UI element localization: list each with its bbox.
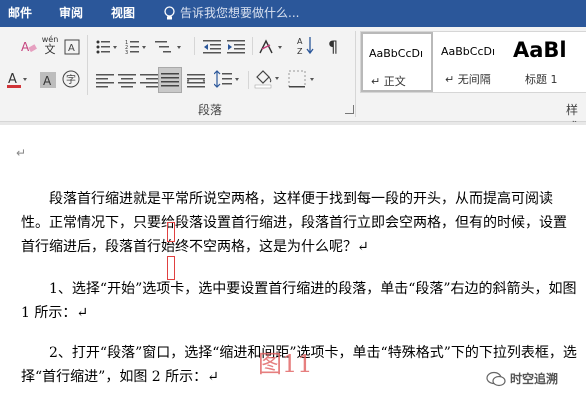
numbering-button[interactable]: 1 2 3: [125, 37, 147, 57]
enclosed-circle-icon: 字: [62, 70, 80, 88]
style-name: ↵ 正文: [371, 75, 406, 88]
divider: [194, 37, 195, 55]
distributed-icon: [187, 74, 205, 88]
text-cursor-marker: [167, 256, 175, 280]
char-shading-icon: A: [40, 72, 56, 88]
chinese-layout-icon: [259, 39, 282, 54]
paragraph-dialog-launcher[interactable]: [345, 105, 354, 114]
borders-icon: [288, 70, 314, 88]
style-sample: AaBbCcDı: [369, 47, 424, 60]
watermark-text: 时空追溯: [510, 372, 559, 386]
divider: [87, 35, 88, 95]
svg-text:3: 3: [125, 50, 128, 55]
sort-az-icon: A Z: [297, 37, 314, 55]
justify-icon: [161, 73, 179, 87]
watermark: 时空追溯: [486, 370, 558, 387]
phonetic-char-icon: 文: [44, 42, 56, 56]
phonetic-guide-button[interactable]: wén 文: [42, 35, 59, 56]
paragraph-mark: ↵: [16, 146, 27, 160]
svg-text:A: A: [68, 43, 75, 54]
tell-me-search[interactable]: 告诉我您想要做什么...: [180, 5, 299, 21]
svg-text:¶: ¶: [328, 37, 338, 55]
tab-view[interactable]: 视图: [111, 5, 135, 21]
style-name: 标题 1: [525, 73, 558, 86]
increase-indent-icon: [227, 40, 245, 54]
text-cursor-marker: [167, 222, 175, 242]
style-sample: AaBl: [513, 38, 567, 62]
divider: [355, 31, 356, 117]
lightbulb-icon: [164, 6, 175, 20]
svg-text:A: A: [8, 72, 17, 87]
document-paragraph: 1、选择“开始”选项卡，选中要设置首行缩进的段落，单击“段落”右边的斜箭头，如图…: [21, 281, 577, 321]
increase-indent-button[interactable]: [227, 37, 245, 57]
decrease-indent-button[interactable]: [203, 37, 221, 57]
style-sample: AaBbCcDı: [441, 45, 496, 58]
wechat-icon: [486, 371, 506, 386]
document-paragraph: 段落首行缩进就是平常所说空两格，这样便于找到每一段的开头，从而提高可阅读性。正常…: [21, 191, 567, 255]
pilcrow-icon: ¶: [328, 37, 338, 55]
align-right-icon: [140, 74, 158, 88]
ribbon: A wén 文 A 1 2 3 A Z ¶ A A 字 段落 AaBbCcDı …: [0, 27, 586, 134]
justify-button[interactable]: [158, 67, 182, 93]
paragraph-group-label: 段落: [198, 103, 223, 117]
style-normal[interactable]: AaBbCcDı ↵ 正文: [361, 32, 433, 92]
divider: [252, 37, 253, 55]
svg-text:A: A: [21, 40, 30, 54]
tab-review[interactable]: 审阅: [59, 5, 83, 21]
sort-button[interactable]: A Z: [297, 35, 315, 55]
enclose-char-circle-button[interactable]: 字: [62, 69, 80, 89]
borders-button[interactable]: [288, 69, 318, 89]
eraser-icon: A: [21, 40, 37, 54]
show-hide-marks-button[interactable]: ¶: [326, 36, 342, 56]
enclose-characters-button[interactable]: A: [64, 37, 80, 57]
align-left-icon: [96, 74, 114, 88]
numbered-list-icon: 1 2 3: [125, 40, 146, 55]
tab-mailings[interactable]: 邮件: [8, 5, 32, 21]
clear-formatting-button[interactable]: A: [20, 37, 38, 57]
paint-bucket-icon: [254, 70, 279, 89]
divider: [248, 71, 249, 89]
multilevel-list-icon: [155, 41, 181, 53]
align-center-icon: [118, 74, 136, 88]
align-left-button[interactable]: [96, 71, 114, 91]
svg-text:A: A: [43, 74, 52, 88]
line-spacing-icon: [214, 70, 239, 88]
align-right-button[interactable]: [140, 71, 158, 91]
font-color-button[interactable]: A: [6, 70, 28, 90]
shading-button[interactable]: [253, 69, 283, 89]
character-shading-button[interactable]: A: [40, 70, 56, 90]
multilevel-list-button[interactable]: [155, 37, 185, 57]
figure-label-stamp: 图11: [258, 350, 313, 378]
style-no-spacing[interactable]: AaBbCcDı ↵ 无间隔: [435, 32, 507, 92]
align-center-button[interactable]: [118, 71, 136, 91]
bullet-list-icon: [96, 40, 117, 54]
line-spacing-button[interactable]: [214, 69, 242, 89]
svg-text:字: 字: [66, 73, 76, 86]
style-heading-1[interactable]: AaBl 标题 1: [509, 32, 586, 92]
ribbon-tab-bar: 邮件 审阅 视图 告诉我您想要做什么...: [0, 0, 586, 27]
chinese-layout-button[interactable]: [258, 37, 288, 57]
font-color-icon: A: [7, 72, 27, 88]
svg-text:Z: Z: [297, 47, 303, 55]
styles-gallery: AaBbCcDı ↵ 正文 AaBbCcDı ↵ 无间隔 AaBl 标题 1: [360, 31, 586, 93]
bullets-button[interactable]: [96, 37, 118, 57]
distributed-button[interactable]: [187, 71, 205, 91]
style-name: ↵ 无间隔: [445, 73, 491, 86]
svg-text:A: A: [297, 37, 303, 46]
decrease-indent-icon: [203, 40, 221, 54]
enclosed-char-icon: A: [64, 39, 80, 55]
